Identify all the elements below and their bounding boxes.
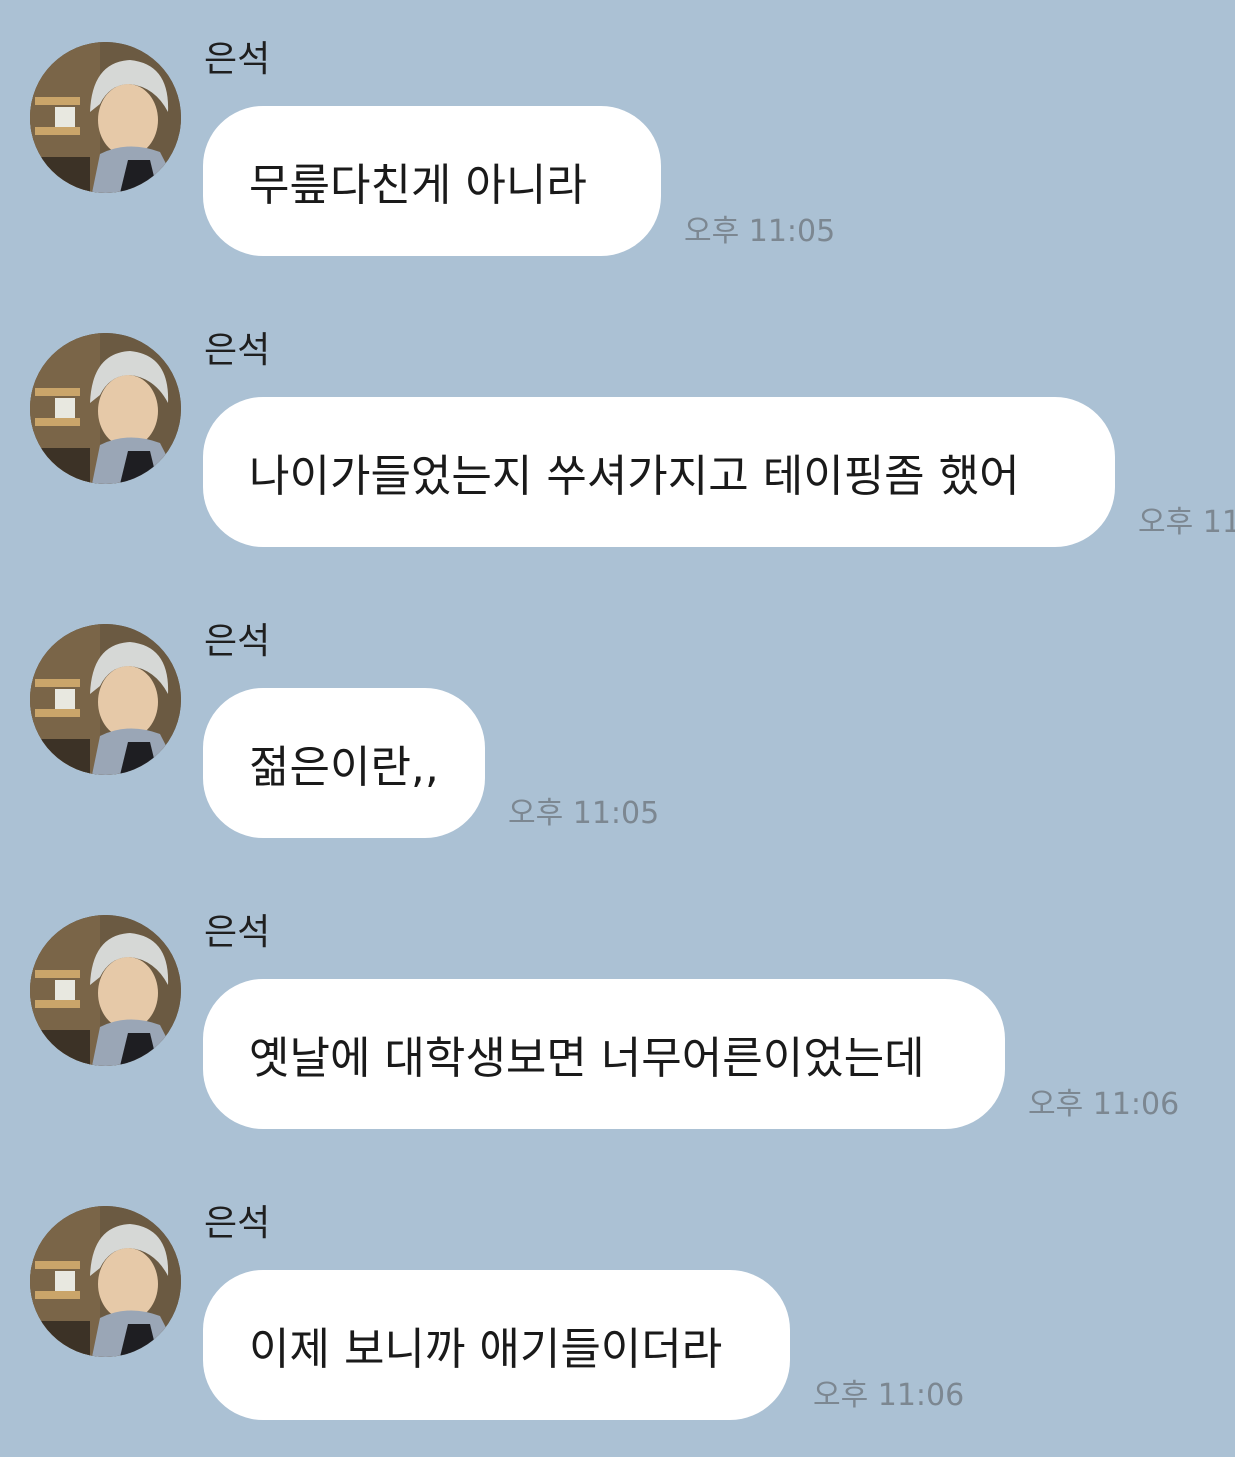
avatar-photo-icon xyxy=(30,624,181,775)
message-row: 은석 나이가들었는지 쑤셔가지고 테이핑좀 했어 오후 11 xyxy=(0,291,1235,582)
avatar[interactable] xyxy=(30,42,181,193)
message-time: 오후 11:06 xyxy=(1028,1087,1180,1122)
message-bubble[interactable]: 옛날에 대학생보면 너무어른이었는데 xyxy=(203,979,1005,1129)
avatar[interactable] xyxy=(30,1206,181,1357)
message-bubble[interactable]: 젊은이란,, xyxy=(203,688,485,838)
avatar-photo-icon xyxy=(30,915,181,1066)
avatar-photo-icon xyxy=(30,42,181,193)
message-row: 은석 젊은이란,, 오후 11:05 xyxy=(0,582,1235,873)
sender-name: 은석 xyxy=(204,330,271,371)
message-row: 은석 이제 보니까 애기들이더라 오후 11:06 xyxy=(0,1164,1235,1455)
message-time: 오후 11 xyxy=(1138,505,1235,540)
message-bubble[interactable]: 이제 보니까 애기들이더라 xyxy=(203,1270,790,1420)
avatar[interactable] xyxy=(30,624,181,775)
message-row: 은석 옛날에 대학생보면 너무어른이었는데 오후 11:06 xyxy=(0,873,1235,1164)
message-time: 오후 11:05 xyxy=(684,214,836,249)
avatar[interactable] xyxy=(30,333,181,484)
avatar-photo-icon xyxy=(30,1206,181,1357)
message-row: 은석 무릎다친게 아니라 오후 11:05 xyxy=(0,0,1235,291)
message-time: 오후 11:05 xyxy=(508,796,660,831)
sender-name: 은석 xyxy=(204,621,271,662)
sender-name: 은석 xyxy=(204,912,271,953)
message-time: 오후 11:06 xyxy=(813,1378,965,1413)
message-bubble[interactable]: 무릎다친게 아니라 xyxy=(203,106,661,256)
message-bubble[interactable]: 나이가들었는지 쑤셔가지고 테이핑좀 했어 xyxy=(203,397,1115,547)
avatar[interactable] xyxy=(30,915,181,1066)
sender-name: 은석 xyxy=(204,1203,271,1244)
avatar-photo-icon xyxy=(30,333,181,484)
sender-name: 은석 xyxy=(204,39,271,80)
